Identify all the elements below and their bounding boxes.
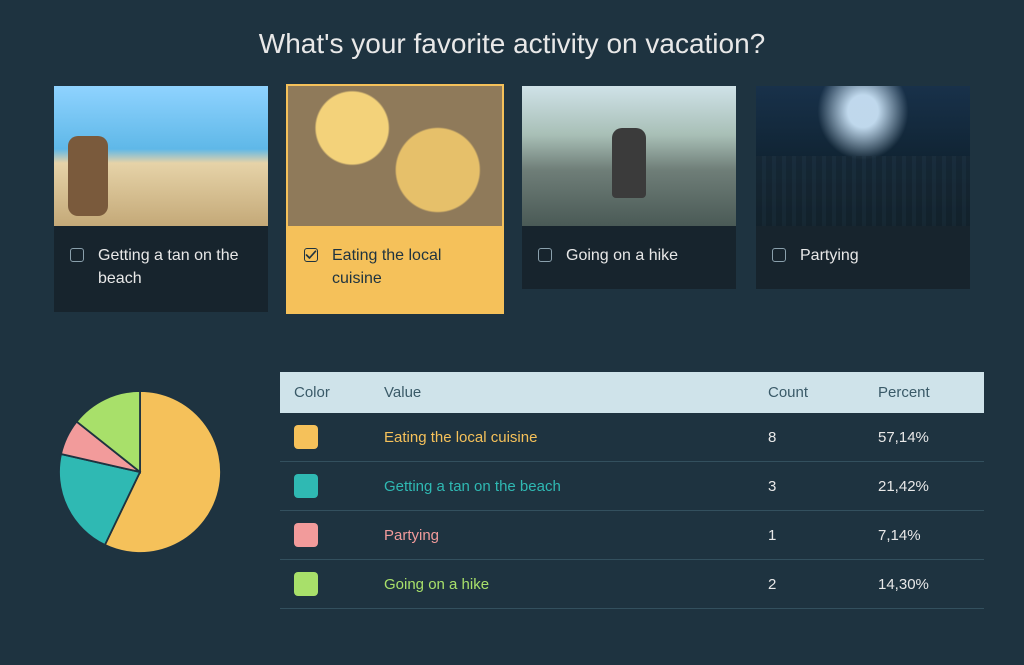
table-header-count: Count: [754, 372, 864, 413]
table-row: Partying17,14%: [280, 511, 984, 560]
option-card[interactable]: Partying: [756, 86, 970, 289]
option-body: Partying: [756, 226, 970, 289]
table-row: Eating the local cuisine857,14%: [280, 413, 984, 462]
color-cell: [280, 462, 370, 510]
option-body: Eating the local cuisine: [288, 226, 502, 312]
option-image: [288, 86, 502, 226]
value-cell: Going on a hike: [370, 564, 754, 605]
option-image: [756, 86, 970, 226]
option-card[interactable]: Eating the local cuisine: [288, 86, 502, 312]
color-swatch: [294, 474, 318, 498]
table-row: Going on a hike214,30%: [280, 560, 984, 609]
color-cell: [280, 413, 370, 461]
option-label: Partying: [800, 244, 859, 267]
color-swatch: [294, 523, 318, 547]
option-body: Getting a tan on the beach: [54, 226, 268, 312]
percent-cell: 14,30%: [864, 564, 984, 605]
count-cell: 1: [754, 515, 864, 556]
checkbox-icon[interactable]: [538, 248, 552, 262]
option-label: Eating the local cuisine: [332, 244, 486, 290]
table-row: Getting a tan on the beach321,42%: [280, 462, 984, 511]
option-image: [522, 86, 736, 226]
results-section: Color Value Count Percent Eating the loc…: [40, 372, 984, 609]
color-cell: [280, 511, 370, 559]
count-cell: 8: [754, 417, 864, 458]
results-table: Color Value Count Percent Eating the loc…: [280, 372, 984, 609]
checkbox-icon[interactable]: [304, 248, 318, 262]
table-header-row: Color Value Count Percent: [280, 372, 984, 413]
value-cell: Getting a tan on the beach: [370, 466, 754, 507]
pie-chart: [50, 382, 230, 562]
count-cell: 2: [754, 564, 864, 605]
value-cell: Partying: [370, 515, 754, 556]
count-cell: 3: [754, 466, 864, 507]
value-cell: Eating the local cuisine: [370, 417, 754, 458]
percent-cell: 57,14%: [864, 417, 984, 458]
table-header-color: Color: [280, 372, 370, 413]
checkbox-icon[interactable]: [772, 248, 786, 262]
option-label: Getting a tan on the beach: [98, 244, 252, 290]
option-image: [54, 86, 268, 226]
color-swatch: [294, 572, 318, 596]
pie-chart-container: [40, 372, 240, 562]
percent-cell: 21,42%: [864, 466, 984, 507]
option-card[interactable]: Getting a tan on the beach: [54, 86, 268, 312]
color-swatch: [294, 425, 318, 449]
option-label: Going on a hike: [566, 244, 678, 267]
table-header-percent: Percent: [864, 372, 984, 413]
color-cell: [280, 560, 370, 608]
option-card[interactable]: Going on a hike: [522, 86, 736, 289]
checkbox-icon[interactable]: [70, 248, 84, 262]
table-header-value: Value: [370, 372, 754, 413]
percent-cell: 7,14%: [864, 515, 984, 556]
option-body: Going on a hike: [522, 226, 736, 289]
poll-question: What's your favorite activity on vacatio…: [40, 28, 984, 60]
option-list: Getting a tan on the beach Eating the loc…: [40, 86, 984, 312]
